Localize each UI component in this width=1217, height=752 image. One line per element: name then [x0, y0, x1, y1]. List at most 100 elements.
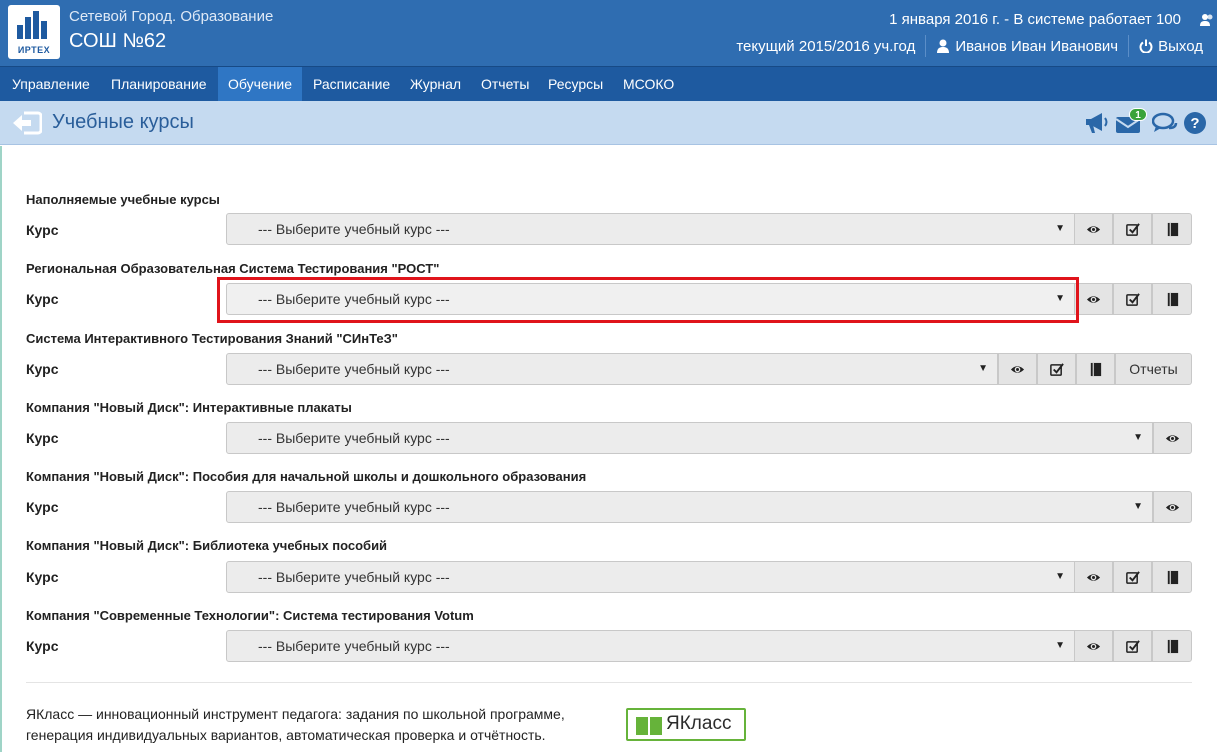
select-check-button[interactable] — [1113, 630, 1152, 662]
logout-label: Выход — [1158, 37, 1203, 55]
section-title: Региональная Образовательная Система Тес… — [26, 261, 440, 276]
course-label: Курс — [26, 569, 59, 585]
caret-down-icon: ▼ — [1055, 223, 1065, 234]
question-circle-icon[interactable]: ? — [1183, 111, 1209, 135]
divider — [26, 682, 1192, 683]
header-divider — [1128, 35, 1130, 57]
open-book-icon — [636, 717, 662, 735]
svg-text:?: ? — [1190, 115, 1199, 132]
select-check-button[interactable] — [1037, 353, 1076, 385]
book-button[interactable] — [1152, 213, 1192, 245]
course-select-value: --- Выберите учебный курс --- — [258, 221, 450, 237]
eye-icon — [1086, 573, 1101, 581]
course-select[interactable]: --- Выберите учебный курс --- ▼ — [226, 422, 1153, 454]
page-title: Учебные курсы — [52, 111, 194, 133]
megaphone-icon[interactable] — [1084, 111, 1110, 135]
section-title: Компания "Новый Диск": Библиотека учебны… — [26, 538, 388, 553]
mail-count-badge: 1 — [1129, 108, 1147, 121]
course-select[interactable]: --- Выберите учебный курс --- ▼ — [226, 630, 1075, 662]
highlight-box — [217, 277, 1079, 323]
course-select-value: --- Выберите учебный курс --- — [258, 361, 450, 377]
select-check-button[interactable] — [1113, 561, 1152, 593]
eye-icon — [1010, 365, 1025, 373]
caret-down-icon: ▼ — [1133, 432, 1143, 443]
book-button[interactable] — [1076, 353, 1115, 385]
view-button[interactable] — [1153, 422, 1192, 454]
yaklass-link[interactable]: ЯКласс — [626, 708, 746, 741]
users-icon — [1200, 14, 1213, 26]
reports-button[interactable]: Отчеты — [1115, 353, 1192, 385]
irtech-logo[interactable]: ИРТЕХ — [8, 5, 60, 59]
nav-item-learning[interactable]: Обучение — [218, 67, 303, 101]
view-button[interactable] — [1074, 561, 1113, 593]
course-select[interactable]: --- Выберите учебный курс --- ▼ — [226, 561, 1075, 593]
book-icon — [1167, 639, 1178, 653]
book-button[interactable] — [1152, 561, 1192, 593]
book-button[interactable] — [1152, 283, 1192, 315]
caret-down-icon: ▼ — [1055, 571, 1065, 582]
academic-year[interactable]: текущий 2015/2016 уч.год — [736, 38, 915, 55]
page-titlebar: Учебные курсы ? — [0, 101, 1217, 145]
section-title: Наполняемые учебные курсы — [26, 192, 220, 207]
course-select-value: --- Выберите учебный курс --- — [258, 430, 450, 446]
nav-item-schedule[interactable]: Расписание — [303, 67, 400, 101]
logo-bars-icon — [17, 11, 51, 39]
view-button[interactable] — [1074, 630, 1113, 662]
back-arrow-icon[interactable] — [12, 111, 42, 135]
yaklass-description: ЯКласс — инновационный инструмент педаго… — [26, 706, 565, 743]
logout-button[interactable]: Выход — [1139, 38, 1203, 55]
course-select-value: --- Выберите учебный курс --- — [258, 499, 450, 515]
view-button[interactable] — [998, 353, 1037, 385]
nav-item-resources[interactable]: Ресурсы — [538, 67, 613, 101]
book-icon — [1167, 222, 1178, 236]
user-menu[interactable]: Иванов Иван Иванович — [936, 38, 1118, 55]
eye-icon — [1086, 295, 1101, 303]
nav-item-reports[interactable]: Отчеты — [471, 67, 539, 101]
course-label: Курс — [26, 499, 59, 515]
course-select[interactable]: --- Выберите учебный курс --- ▼ — [226, 353, 998, 385]
section-title: Компания "Новый Диск": Интерактивные пла… — [26, 400, 352, 415]
user-name: Иванов Иван Иванович — [955, 37, 1119, 55]
eye-icon — [1086, 225, 1101, 233]
nav-item-journal[interactable]: Журнал — [400, 67, 471, 101]
book-icon — [1167, 570, 1178, 584]
power-icon — [1139, 39, 1153, 53]
book-button[interactable] — [1152, 630, 1192, 662]
book-icon — [1090, 362, 1102, 376]
select-check-button[interactable] — [1113, 283, 1152, 315]
course-select-value: --- Выберите учебный курс --- — [258, 569, 450, 585]
course-select-value: --- Выберите учебный курс --- — [258, 638, 450, 654]
eye-icon — [1165, 503, 1180, 511]
logo-text: ИРТЕХ — [17, 45, 51, 55]
caret-down-icon: ▼ — [1055, 640, 1065, 651]
caret-down-icon: ▼ — [1133, 501, 1143, 512]
app-name: Сетевой Город. Образование — [69, 8, 274, 25]
nav-item-management[interactable]: Управление — [2, 67, 100, 101]
checkbox-check-icon — [1126, 570, 1140, 584]
checkbox-check-icon — [1050, 362, 1064, 376]
yaklass-label: ЯКласс — [666, 713, 732, 734]
course-select[interactable]: --- Выберите учебный курс --- ▼ — [226, 213, 1075, 245]
course-select[interactable]: --- Выберите учебный курс --- ▼ — [226, 491, 1153, 523]
eye-icon — [1165, 434, 1180, 442]
user-icon — [937, 39, 950, 53]
course-label: Курс — [26, 222, 59, 238]
chat-bubbles-icon[interactable] — [1152, 111, 1178, 135]
system-status: 1 января 2016 г. - В системе работает 10… — [889, 11, 1181, 28]
section-title: Компания "Современные Технологии": Систе… — [26, 608, 474, 623]
nav-item-planning[interactable]: Планирование — [101, 67, 217, 101]
section-title: Компания "Новый Диск": Пособия для начал… — [26, 469, 587, 484]
school-name: СОШ №62 — [69, 30, 167, 52]
nav-item-msoko[interactable]: МСОКО — [613, 67, 684, 101]
main-nav: Управление Планирование Обучение Расписа… — [0, 66, 1217, 101]
view-button[interactable] — [1153, 491, 1192, 523]
book-icon — [1167, 292, 1178, 306]
course-label: Курс — [26, 638, 59, 654]
course-label: Курс — [26, 430, 59, 446]
view-button[interactable] — [1074, 283, 1113, 315]
checkbox-check-icon — [1126, 292, 1140, 306]
checkbox-check-icon — [1126, 639, 1140, 653]
select-check-button[interactable] — [1113, 213, 1152, 245]
view-button[interactable] — [1074, 213, 1113, 245]
course-label: Курс — [26, 361, 59, 377]
